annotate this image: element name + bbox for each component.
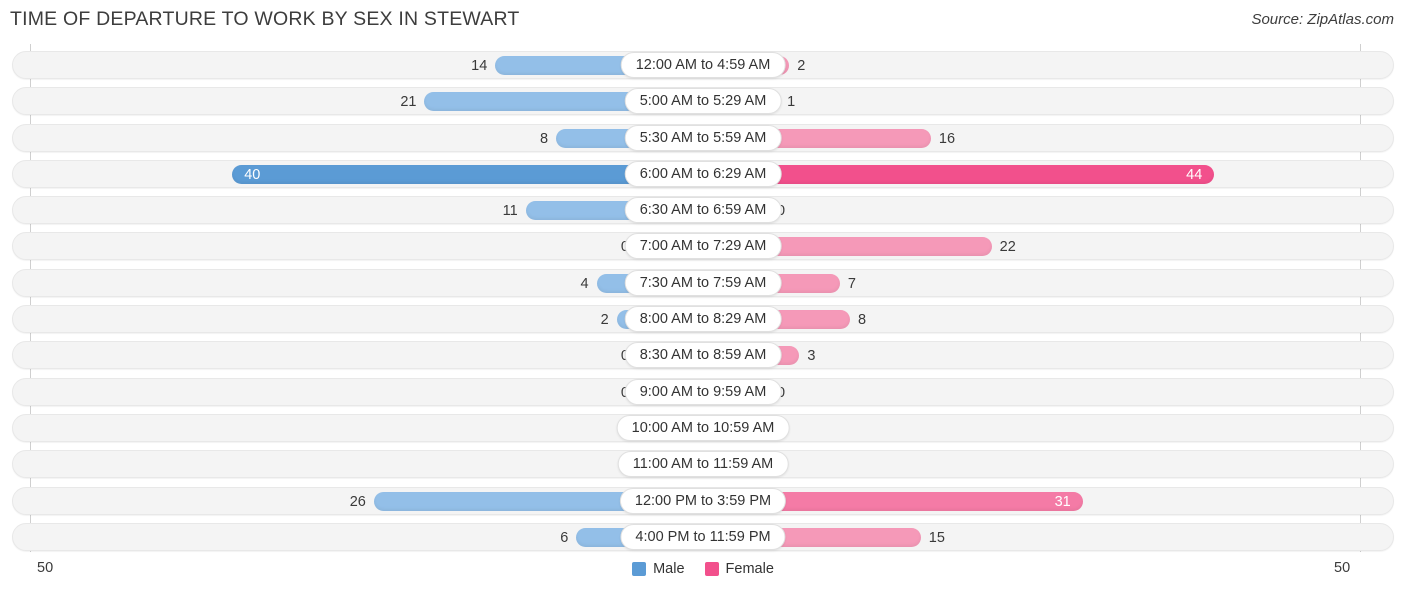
category-label: 6:00 AM to 6:29 AM [624,160,782,187]
chart-row: 6 15 4:00 PM to 11:59 PM [0,520,1406,556]
chart-row: 40 44 6:00 AM to 6:29 AM [0,157,1406,193]
chart-row: 26 31 12:00 PM to 3:59 PM [0,484,1406,520]
chart-row: 8 16 5:30 AM to 5:59 AM [0,121,1406,157]
page-title: TIME OF DEPARTURE TO WORK BY SEX IN STEW… [10,8,520,30]
chart-row: 009:00 AM to 9:59 AM [0,375,1406,411]
value-label-male: 21 [400,94,417,111]
value-label-male: 4 [580,275,589,292]
value-label-male: 0 [577,347,629,365]
value-label-female: 15 [928,529,945,546]
legend-item-female[interactable]: Female [704,561,774,577]
chart-row: 1106:30 AM to 6:59 AM [0,193,1406,229]
chart-row: 14 2 12:00 AM to 4:59 AM [0,48,1406,84]
value-label-male: 26 [349,493,366,510]
value-label-male: 2 [600,312,609,329]
chart-row: 4 7 7:30 AM to 7:59 AM [0,266,1406,302]
value-label-female: 7 [847,275,856,292]
category-label: 5:00 AM to 5:29 AM [624,88,782,115]
chart-page: TIME OF DEPARTURE TO WORK BY SEX IN STEW… [0,0,1406,594]
value-label-male: 14 [471,58,488,74]
legend-swatch-icon [632,562,647,576]
value-label-male: 0 [577,384,629,402]
value-label-female: 16 [938,130,956,147]
chart-header: TIME OF DEPARTURE TO WORK BY SEX IN STEW… [0,0,1406,42]
chart-footer: 50 50 Male Female [0,556,1406,594]
legend-swatch-icon [704,562,719,576]
value-label-female: 2 [797,58,806,74]
chart-row: 0 22 7:00 AM to 7:29 AM [0,229,1406,265]
category-label: 12:00 PM to 3:59 PM [619,487,787,514]
chart-row: 0011:00 AM to 11:59 AM [0,447,1406,483]
legend-label: Male [653,561,685,577]
category-label: 10:00 AM to 10:59 AM [616,414,790,441]
value-label-female: 22 [999,239,1016,256]
chart-rows: 14 2 12:00 AM to 4:59 AM 21 1 5:00 AM to 5:29… [0,48,1406,556]
legend-item-male[interactable]: Male [632,561,685,577]
value-label-female: 44 [1186,166,1203,183]
category-label: 11:00 AM to 11:59 AM [617,451,789,478]
category-label: 12:00 AM to 4:59 AM [620,52,786,78]
category-label: 6:30 AM to 6:59 AM [624,197,782,224]
chart-row: 2 8 8:00 AM to 8:29 AM [0,302,1406,338]
value-label-male: 0 [577,238,629,256]
category-label: 5:30 AM to 5:59 AM [624,124,782,151]
value-label-male: 8 [539,130,549,147]
value-label-male: 11 [502,203,518,220]
chart-row: 0 3 8:30 AM to 8:59 AM [0,338,1406,374]
chart-body: 14 2 12:00 AM to 4:59 AM 21 1 5:00 AM to 5:29… [0,44,1406,554]
source-attribution: Source: ZipAtlas.com [1251,11,1394,28]
value-label-female: 3 [807,348,816,365]
value-label-female: 31 [1054,493,1071,510]
category-label: 9:00 AM to 9:59 AM [624,378,782,405]
value-label-male: 40 [244,166,261,183]
value-label-female: 1 [787,94,796,111]
value-label-male: 6 [560,529,569,546]
chart-legend: Male Female [0,561,1406,577]
category-label: 7:00 AM to 7:29 AM [624,233,782,260]
category-label: 8:30 AM to 8:59 AM [624,342,782,369]
category-label: 7:30 AM to 7:59 AM [624,269,782,296]
category-label: 8:00 AM to 8:29 AM [624,306,782,333]
legend-label: Female [725,561,774,577]
category-label: 4:00 PM to 11:59 PM [620,523,786,550]
chart-row: 0010:00 AM to 10:59 AM [0,411,1406,447]
value-label-female: 8 [857,312,867,329]
chart-row: 21 1 5:00 AM to 5:29 AM [0,84,1406,120]
